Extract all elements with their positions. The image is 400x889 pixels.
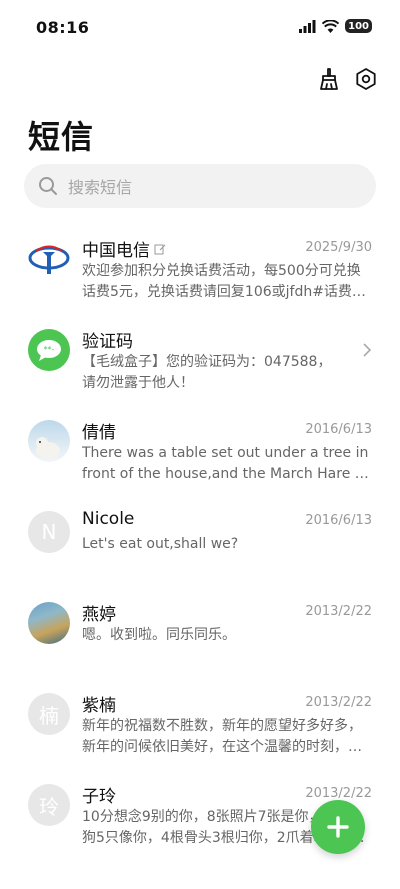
message-date: 2013/2/22 — [305, 604, 372, 619]
settings-button[interactable] — [353, 66, 379, 92]
search-input[interactable]: 搜索短信 — [24, 164, 376, 208]
search-icon — [39, 177, 57, 195]
conversation-item[interactable]: 楠 紫楠 2013/2/22 新年的祝福数不胜数，新年的愿望好多好多， 新年的问… — [0, 681, 400, 772]
avatar: 玲 — [28, 784, 70, 826]
wifi-icon — [322, 19, 340, 33]
message-preview: Let's eat out,shall we? — [82, 536, 239, 552]
landscape-photo — [28, 602, 70, 644]
conversation-item[interactable]: 中国电信 2025/9/30 欢迎参加积分兑换话费活动，每500分可兑换 话费5… — [0, 226, 400, 317]
message-date: 2016/6/13 — [305, 513, 372, 528]
conversation-item[interactable]: 倩倩 2016/6/13 There was a table set out u… — [0, 408, 400, 499]
message-preview: 嗯。收到啦。同乐同乐。 — [82, 627, 236, 643]
status-icons: 100 — [299, 19, 372, 33]
page-title: 短信 — [28, 118, 95, 156]
conversation-item[interactable]: **- 验证码 【毛绒盒子】您的验证码为：047588， 请勿泄露于他人！ — [0, 317, 400, 408]
conversation-item[interactable]: N Nicole 2016/6/13 Let's eat out,shall w… — [0, 499, 400, 590]
contact-name: 子玲 — [82, 787, 116, 807]
contact-name: 紫楠 — [82, 696, 116, 716]
contact-name: 中国电信 — [82, 236, 166, 261]
contact-name: Nicole — [82, 509, 135, 529]
new-message-button[interactable] — [311, 800, 365, 854]
contact-name: 燕婷 — [82, 605, 116, 625]
message-date: 2013/2/22 — [305, 786, 372, 801]
cleaner-button[interactable] — [316, 66, 342, 92]
message-preview: 【毛绒盒子】您的验证码为：047588， 请勿泄露于他人！ — [82, 354, 332, 391]
avatar: N — [28, 511, 70, 553]
verification-code-icon: **- — [28, 329, 70, 371]
settings-hexagon-icon — [356, 68, 376, 90]
message-preview: There was a table set out under a tree i… — [82, 445, 372, 482]
signal-icon — [299, 19, 316, 33]
contact-name: 倩倩 — [82, 423, 116, 443]
message-preview: 欢迎参加积分兑换话费活动，每500分可兑换 话费5元，兑换话费请回复106或jf… — [82, 263, 366, 300]
status-time: 08:16 — [36, 18, 90, 37]
contact-name: 验证码 — [82, 332, 133, 352]
search-placeholder: 搜索短信 — [68, 178, 133, 197]
conversation-list: 中国电信 2025/9/30 欢迎参加积分兑换话费活动，每500分可兑换 话费5… — [0, 226, 400, 863]
message-date: 2013/2/22 — [305, 695, 372, 710]
message-date: 2025/9/30 — [305, 240, 372, 255]
edit-note-icon — [154, 244, 166, 254]
conversation-item[interactable]: 燕婷 2013/2/22 嗯。收到啦。同乐同乐。 — [0, 590, 400, 681]
message-preview: 新年的祝福数不胜数，新年的愿望好多好多， 新年的问候依旧美好，在这个温馨的时刻，… — [82, 718, 362, 755]
avatar: 楠 — [28, 693, 70, 735]
plus-icon — [327, 816, 349, 838]
message-date: 2016/6/13 — [305, 422, 372, 437]
svg-text:**-: **- — [44, 345, 55, 354]
china-telecom-logo — [28, 238, 70, 280]
status-bar: 08:16 100 — [0, 0, 400, 56]
battery-indicator: 100 — [345, 19, 372, 33]
broom-icon — [320, 68, 338, 90]
polar-bear-photo — [28, 420, 70, 462]
